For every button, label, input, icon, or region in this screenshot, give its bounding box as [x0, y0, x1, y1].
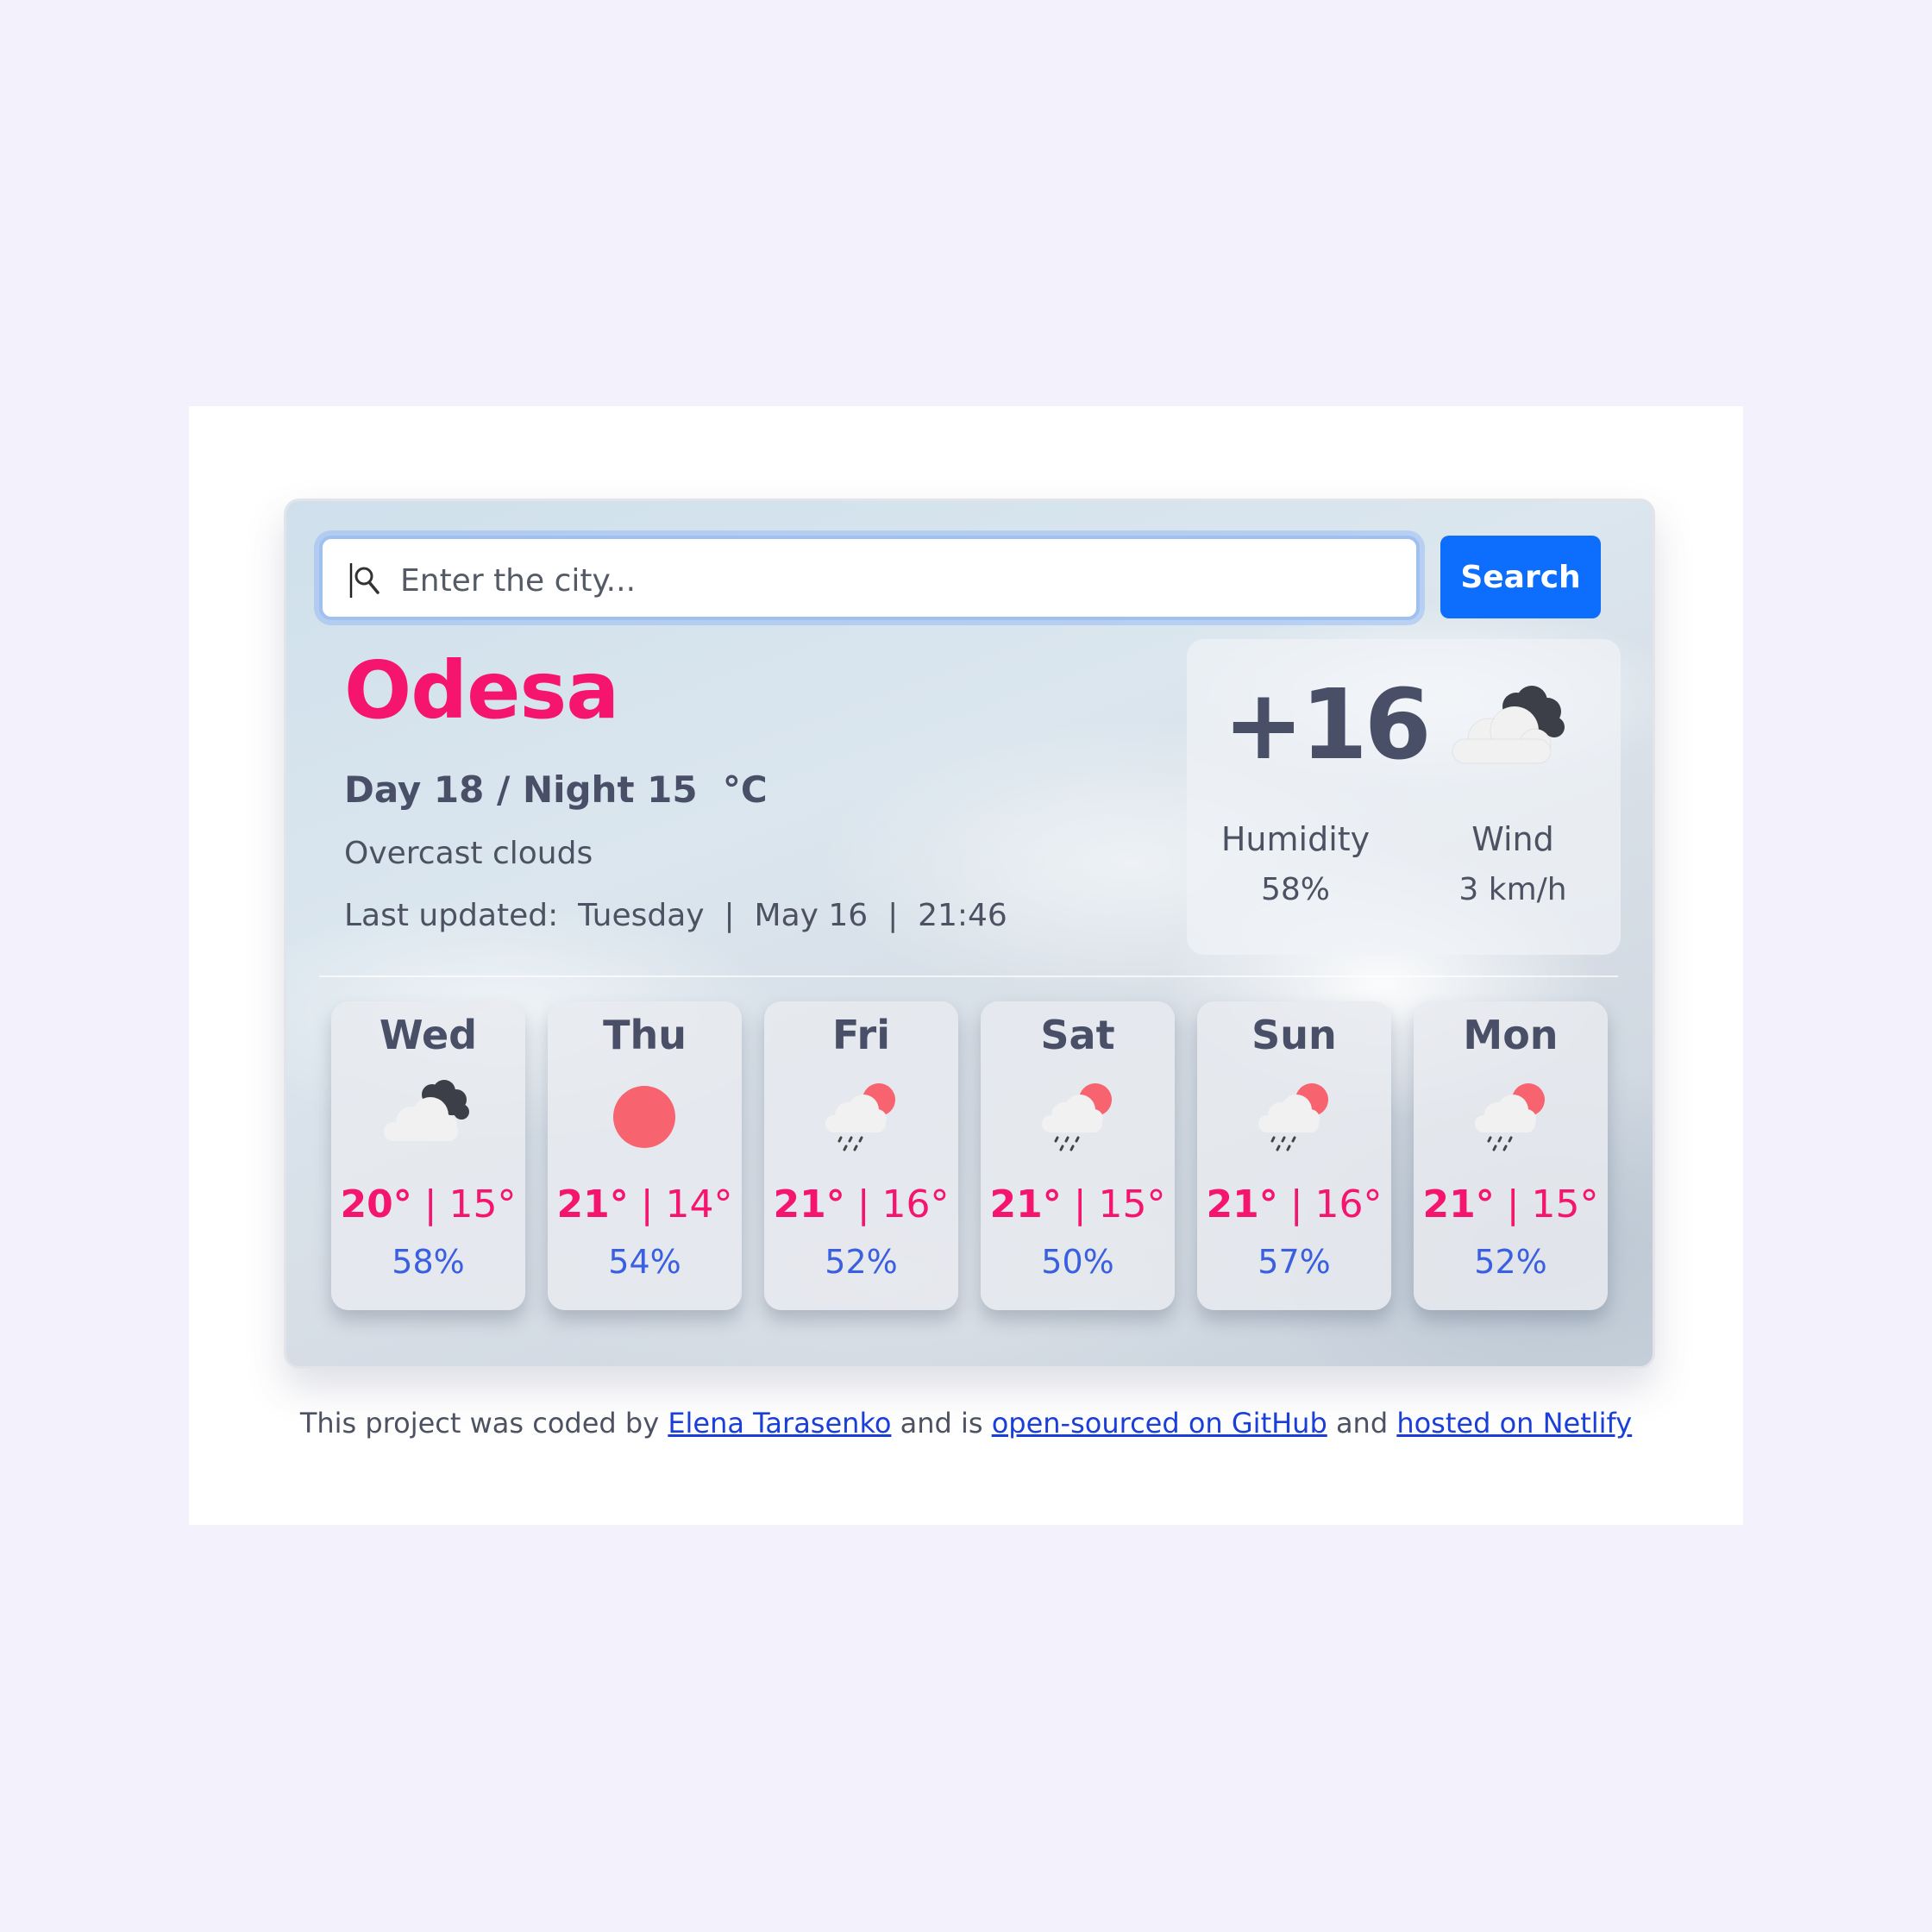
- humidity-value: 58%: [1260, 872, 1330, 907]
- forecast-min-temp: 15°: [448, 1182, 517, 1226]
- forecast-day-name: Fri: [832, 1012, 890, 1058]
- forecast-temperatures: 21° | 16°: [773, 1182, 950, 1226]
- footer: This project was coded by Elena Tarasenk…: [189, 1407, 1743, 1440]
- weather-description: Overcast clouds: [344, 836, 593, 871]
- city-search-input[interactable]: [398, 546, 1394, 615]
- forecast-day-card: Thu 21° | 14° 54%: [548, 1001, 742, 1310]
- author-link[interactable]: Elena Tarasenko: [668, 1407, 891, 1440]
- search-button[interactable]: Search: [1440, 536, 1601, 618]
- forecast-day-card: Mon 21° | 15° 52%: [1414, 1001, 1608, 1310]
- forecast-min-temp: 16°: [881, 1182, 950, 1226]
- forecast-max-temp: 20°: [340, 1182, 412, 1226]
- forecast-humidity: 52%: [825, 1243, 898, 1281]
- forecast-row: Wed 20° | 15° 58% Thu 21° | 14° 54% Fri …: [331, 1001, 1608, 1312]
- humidity-label: Humidity: [1220, 820, 1371, 858]
- broken-clouds-icon: [384, 1080, 469, 1141]
- city-name: Odesa: [344, 644, 619, 737]
- forecast-max-temp: 21°: [556, 1182, 629, 1226]
- wind-label: Wind: [1471, 820, 1554, 858]
- search-icon: [349, 563, 380, 598]
- forecast-temperatures: 21° | 14°: [556, 1182, 733, 1226]
- forecast-day-name: Wed: [379, 1012, 478, 1058]
- forecast-temperatures: 21° | 15°: [989, 1182, 1166, 1226]
- forecast-temperatures: 20° | 15°: [340, 1182, 517, 1226]
- forecast-humidity: 58%: [392, 1243, 465, 1281]
- forecast-temperatures: 21° | 15°: [1422, 1182, 1599, 1226]
- page-container: Search Odesa Day 18 / Night 15 °C Overca…: [189, 406, 1743, 1525]
- divider: [319, 975, 1618, 977]
- wind-value: 3 km/h: [1458, 872, 1567, 907]
- forecast-day-name: Sat: [1040, 1012, 1115, 1058]
- forecast-min-temp: 15°: [1531, 1182, 1599, 1226]
- netlify-link[interactable]: hosted on Netlify: [1396, 1407, 1632, 1440]
- forecast-humidity: 54%: [608, 1243, 681, 1281]
- github-link[interactable]: open-sourced on GitHub: [992, 1407, 1327, 1440]
- footer-text: This project was coded by: [299, 1407, 668, 1440]
- sun-rain-cloud-icon: [1042, 1083, 1112, 1151]
- sun-rain-cloud-icon: [1475, 1083, 1545, 1151]
- search-box[interactable]: [319, 536, 1420, 620]
- forecast-humidity: 50%: [1041, 1243, 1114, 1281]
- broken-clouds-icon: [1452, 686, 1565, 764]
- search-form: Search: [319, 536, 1615, 620]
- forecast-day-card: Sat 21° | 15° 50%: [981, 1001, 1175, 1310]
- forecast-day-name: Sun: [1251, 1012, 1337, 1058]
- clear-sun-icon: [613, 1086, 675, 1148]
- day-night-temperature: Day 18 / Night 15 °C: [344, 768, 768, 811]
- forecast-day-name: Mon: [1463, 1012, 1559, 1058]
- sun-rain-cloud-icon: [1258, 1083, 1328, 1151]
- forecast-max-temp: 21°: [1422, 1182, 1495, 1226]
- last-updated: Last updated: Tuesday | May 16 | 21:46: [344, 898, 1007, 933]
- forecast-min-temp: 14°: [665, 1182, 733, 1226]
- forecast-max-temp: 21°: [989, 1182, 1062, 1226]
- forecast-humidity: 57%: [1258, 1243, 1331, 1281]
- forecast-day-name: Thu: [603, 1012, 687, 1058]
- weather-card: Search Odesa Day 18 / Night 15 °C Overca…: [284, 499, 1655, 1369]
- forecast-day-card: Wed 20° | 15° 58%: [331, 1001, 525, 1310]
- forecast-max-temp: 21°: [773, 1182, 845, 1226]
- forecast-day-card: Sun 21° | 16° 57%: [1197, 1001, 1391, 1310]
- forecast-min-temp: 15°: [1098, 1182, 1166, 1226]
- forecast-temperatures: 21° | 16°: [1206, 1182, 1383, 1226]
- forecast-min-temp: 16°: [1314, 1182, 1383, 1226]
- forecast-humidity: 52%: [1474, 1243, 1547, 1281]
- forecast-day-card: Fri 21° | 16° 52%: [764, 1001, 958, 1310]
- footer-text: and is: [891, 1407, 992, 1440]
- current-temperature: +16: [1223, 669, 1432, 781]
- current-weather-panel: +16 Humidity 58% Wind 3 km/h: [1187, 639, 1621, 955]
- forecast-max-temp: 21°: [1206, 1182, 1278, 1226]
- footer-text: and: [1327, 1407, 1397, 1440]
- sun-rain-cloud-icon: [825, 1083, 895, 1151]
